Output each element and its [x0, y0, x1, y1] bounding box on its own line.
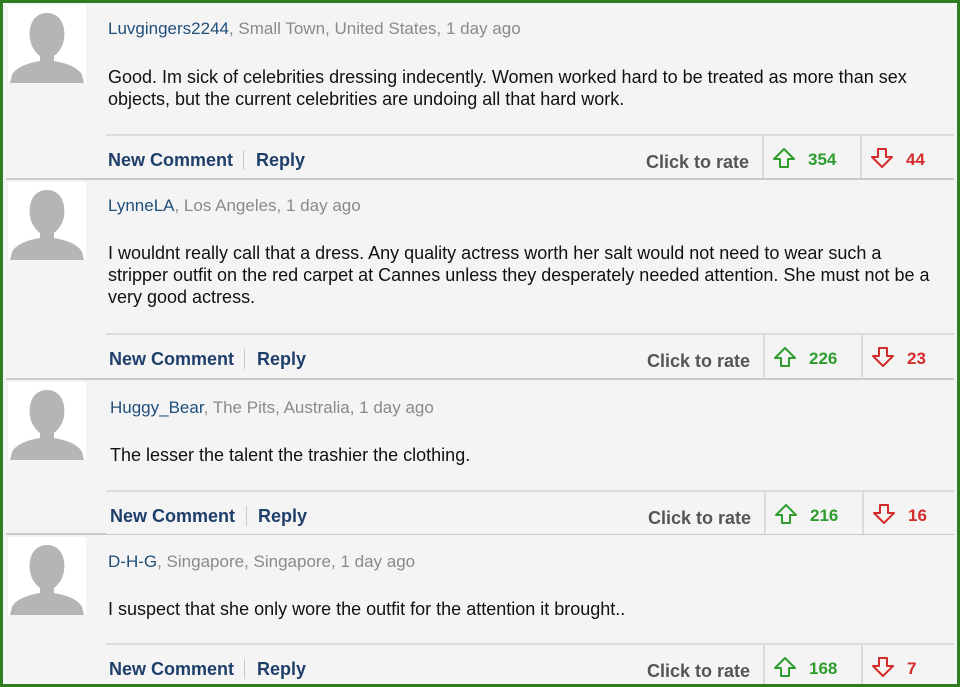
arrow-up-icon	[774, 347, 796, 367]
click-to-rate-label: Click to rate	[647, 661, 751, 681]
upvote-count: 226	[809, 349, 838, 368]
downvote-count: 16	[908, 506, 927, 525]
reply-button[interactable]: Reply	[257, 349, 306, 370]
comment-item: D-H-G, Singapore, Singapore, 1 day ago I…	[6, 535, 954, 684]
downvote-count: 23	[907, 349, 926, 368]
arrow-down-icon	[872, 657, 894, 677]
downvote-button[interactable]: 16	[862, 492, 957, 534]
comments-panel: Luvgingers2244, Small Town, United State…	[0, 0, 960, 687]
comment-text: The lesser the talent the trashier the c…	[110, 445, 471, 465]
downvote-count: 44	[906, 150, 925, 169]
upvote-count: 354	[808, 150, 837, 169]
username-link[interactable]: LynneLA	[108, 196, 174, 215]
arrow-up-icon	[773, 148, 795, 168]
upvote-button[interactable]: 168	[763, 645, 861, 684]
comment-item: Huggy_Bear, The Pits, Australia, 1 day a…	[6, 380, 954, 535]
reply-button[interactable]: Reply	[256, 150, 305, 171]
arrow-down-icon	[871, 148, 893, 168]
username-link[interactable]: Huggy_Bear	[110, 398, 204, 417]
comment-text: Good. Im sick of celebrities dressing in…	[108, 67, 907, 109]
action-divider	[244, 659, 245, 679]
comment-location-time: , Singapore, Singapore, 1 day ago	[157, 552, 416, 571]
comment-item: LynneLA, Los Angeles, 1 day ago I wouldn…	[6, 180, 954, 380]
comment-meta: Huggy_Bear, The Pits, Australia, 1 day a…	[110, 398, 434, 418]
action-divider	[246, 506, 247, 526]
reply-button[interactable]: Reply	[258, 506, 307, 527]
upvote-button[interactable]: 216	[764, 492, 862, 534]
comment-action-bar: New Comment Reply Click to rate 216 16	[106, 490, 954, 534]
comment-item: Luvgingers2244, Small Town, United State…	[6, 3, 954, 180]
comment-text: I suspect that she only wore the outfit …	[108, 599, 626, 619]
upvote-button[interactable]: 354	[762, 136, 860, 178]
comment-meta: Luvgingers2244, Small Town, United State…	[108, 19, 521, 39]
downvote-button[interactable]: 23	[861, 335, 957, 377]
click-to-rate-label: Click to rate	[647, 351, 751, 371]
upvote-button[interactable]: 226	[763, 335, 861, 377]
new-comment-button[interactable]: New Comment	[109, 349, 234, 370]
downvote-count: 7	[907, 659, 917, 678]
arrow-up-icon	[775, 504, 797, 524]
comment-location-time: , Los Angeles, 1 day ago	[174, 196, 361, 215]
arrow-down-icon	[873, 504, 895, 524]
comment-action-bar: New Comment Reply Click to rate 354 44	[106, 134, 954, 178]
new-comment-button[interactable]: New Comment	[110, 506, 235, 527]
comment-meta: LynneLA, Los Angeles, 1 day ago	[108, 196, 361, 216]
click-to-rate-label: Click to rate	[646, 152, 750, 172]
action-divider	[244, 349, 245, 369]
comment-action-bar: New Comment Reply Click to rate 168 7	[106, 643, 954, 684]
comment-text: I wouldnt really call that a dress. Any …	[108, 243, 930, 307]
comment-action-bar: New Comment Reply Click to rate 226 23	[106, 333, 954, 377]
avatar-icon[interactable]	[8, 537, 86, 615]
username-link[interactable]: D-H-G	[108, 552, 157, 571]
avatar-icon[interactable]	[8, 182, 86, 260]
new-comment-button[interactable]: New Comment	[109, 659, 234, 680]
downvote-button[interactable]: 7	[861, 645, 957, 684]
click-to-rate-label: Click to rate	[648, 508, 752, 528]
avatar-icon[interactable]	[8, 5, 86, 83]
username-link[interactable]: Luvgingers2244	[108, 19, 229, 38]
reply-button[interactable]: Reply	[257, 659, 306, 680]
arrow-up-icon	[774, 657, 796, 677]
comment-location-time: , Small Town, United States, 1 day ago	[228, 19, 521, 38]
downvote-button[interactable]: 44	[860, 136, 957, 178]
action-divider	[243, 150, 244, 170]
avatar-icon[interactable]	[8, 382, 86, 460]
upvote-count: 168	[809, 659, 838, 678]
comment-location-time: , The Pits, Australia, 1 day ago	[203, 398, 434, 417]
comment-meta: D-H-G, Singapore, Singapore, 1 day ago	[108, 552, 415, 572]
upvote-count: 216	[810, 506, 839, 525]
new-comment-button[interactable]: New Comment	[108, 150, 233, 171]
arrow-down-icon	[872, 347, 894, 367]
